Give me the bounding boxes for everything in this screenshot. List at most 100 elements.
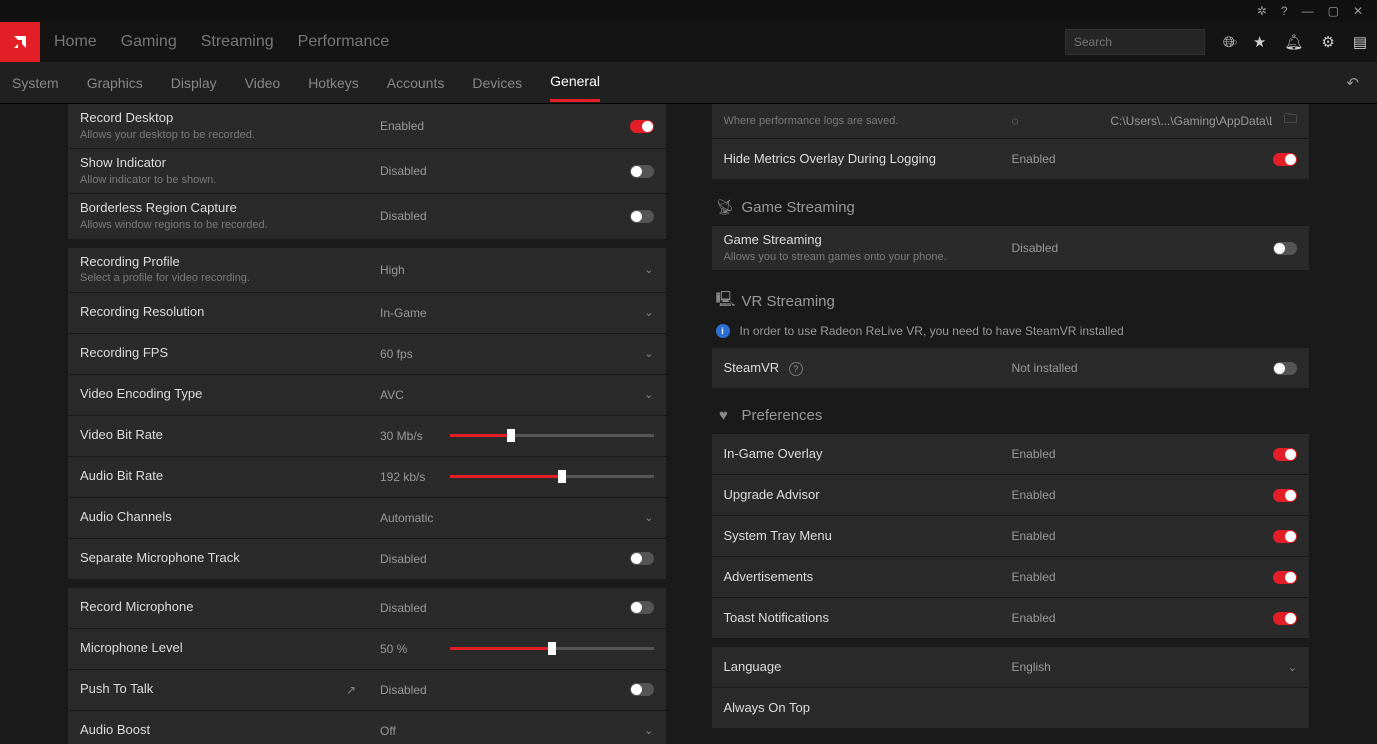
mic-slider-1[interactable] bbox=[450, 647, 654, 650]
rec-basic-sub-2: Allows window regions to be recorded. bbox=[80, 218, 356, 232]
rec-profile-row-1[interactable]: Recording ResolutionIn-Game⌄ bbox=[68, 293, 666, 334]
chevron-down-icon: ⌄ bbox=[644, 724, 653, 737]
chevron-down-icon: ⌄ bbox=[644, 388, 653, 401]
vr-info-text: In order to use Radeon ReLive VR, you ne… bbox=[740, 324, 1124, 338]
game-streaming-label: Game Streaming bbox=[724, 232, 988, 249]
pref-toggle-0[interactable] bbox=[1273, 448, 1297, 461]
share-icon[interactable]: ↗ bbox=[346, 683, 356, 697]
pref-row-4: Toast NotificationsEnabled bbox=[712, 598, 1310, 639]
star-icon[interactable]: ★ bbox=[1253, 33, 1266, 51]
recording-basic-block: Record DesktopAllows your desktop to be … bbox=[68, 104, 666, 240]
rec-profile-label-2: Recording FPS bbox=[80, 345, 356, 362]
rec-profile-label-6: Audio Channels bbox=[80, 509, 356, 526]
close-icon[interactable]: ✕ bbox=[1353, 4, 1363, 18]
bell-icon[interactable]: 🔔︎ bbox=[1284, 33, 1303, 51]
rec-basic-value-1: Disabled bbox=[368, 158, 618, 184]
hide-metrics-row: Hide Metrics Overlay During Logging Enab… bbox=[712, 139, 1310, 180]
rec-profile-row-2[interactable]: Recording FPS60 fps⌄ bbox=[68, 334, 666, 375]
game-streaming-section: 📡︎ Game Streaming bbox=[716, 198, 1310, 216]
preferences-block-2: Language English ⌄ Always On Top bbox=[712, 647, 1310, 729]
game-streaming-row: Game Streaming Allows you to stream game… bbox=[712, 226, 1310, 271]
rec-basic-sub-0: Allows your desktop to be recorded. bbox=[80, 128, 356, 142]
panel-icon[interactable]: ▤ bbox=[1353, 33, 1367, 51]
always-on-top-label: Always On Top bbox=[724, 700, 988, 717]
pref-toggle-1[interactable] bbox=[1273, 489, 1297, 502]
steamvr-toggle[interactable] bbox=[1273, 362, 1297, 375]
help-icon[interactable]: ? bbox=[789, 362, 803, 376]
settings-icon[interactable]: ⚙ bbox=[1321, 33, 1334, 51]
game-streaming-toggle[interactable] bbox=[1273, 242, 1297, 255]
stream-icon: 📡︎ bbox=[716, 198, 732, 216]
maximize-icon[interactable]: ▢ bbox=[1328, 4, 1339, 18]
revert-icon[interactable]: ↶ bbox=[1346, 74, 1359, 92]
pref-row-2: System Tray Menu Enabled bbox=[712, 516, 1310, 557]
nav-performance[interactable]: Performance bbox=[298, 33, 390, 51]
rec-profile-row-3[interactable]: Video Encoding TypeAVC⌄ bbox=[68, 375, 666, 416]
nav-streaming[interactable]: Streaming bbox=[201, 33, 274, 51]
rec-basic-toggle-0[interactable] bbox=[630, 120, 654, 133]
pref-row-1: Upgrade AdvisorEnabled bbox=[712, 475, 1310, 516]
bug-icon[interactable]: ✲ bbox=[1257, 4, 1267, 18]
mic-row-2: Push To Talk ↗Disabled bbox=[68, 670, 666, 711]
rec-basic-value-0: Enabled bbox=[368, 113, 618, 139]
pref-label-2: System Tray Menu bbox=[724, 528, 988, 545]
language-row[interactable]: Language English ⌄ bbox=[712, 647, 1310, 688]
rec-profile-row-4: Video Bit Rate30 Mb/s bbox=[68, 416, 666, 457]
mic-row-3[interactable]: Audio BoostOff⌄ bbox=[68, 711, 666, 744]
nav-gaming[interactable]: Gaming bbox=[121, 33, 177, 51]
always-on-top-row[interactable]: Always On Top bbox=[712, 688, 1310, 729]
amd-logo[interactable] bbox=[0, 22, 40, 62]
pref-toggle-4[interactable] bbox=[1273, 612, 1297, 625]
chevron-down-icon: ⌄ bbox=[644, 347, 653, 360]
tab-accounts[interactable]: Accounts bbox=[387, 65, 445, 101]
main-nav: Home Gaming Streaming Performance bbox=[54, 33, 389, 51]
mic-label-3: Audio Boost bbox=[80, 722, 356, 739]
header-icons: 🌐︎ ★ 🔔︎ ⚙ ▤ bbox=[1223, 33, 1367, 51]
mic-toggle-0[interactable] bbox=[630, 601, 654, 614]
rec-basic-toggle-1[interactable] bbox=[630, 165, 654, 178]
rec-profile-slider-5[interactable] bbox=[450, 475, 654, 478]
rec-profile-slider-4[interactable] bbox=[450, 434, 654, 437]
tab-devices[interactable]: Devices bbox=[472, 65, 522, 101]
help-icon[interactable]: ? bbox=[1281, 4, 1288, 18]
pref-toggle-3[interactable] bbox=[1273, 571, 1297, 584]
pref-value-2: Enabled bbox=[1000, 523, 1262, 549]
mic-toggle-2[interactable] bbox=[630, 683, 654, 696]
rec-profile-label-5: Audio Bit Rate bbox=[80, 468, 356, 485]
tab-graphics[interactable]: Graphics bbox=[87, 65, 143, 101]
nav-home[interactable]: Home bbox=[54, 33, 97, 51]
globe-icon[interactable]: 🌐︎ bbox=[1223, 34, 1235, 51]
content: Record DesktopAllows your desktop to be … bbox=[0, 104, 1377, 744]
steamvr-value: Not installed bbox=[1000, 355, 1262, 381]
pref-row-0: In-Game OverlayEnabled bbox=[712, 434, 1310, 475]
pref-toggle-2[interactable] bbox=[1273, 530, 1297, 543]
mic-row-1: Microphone Level50 % bbox=[68, 629, 666, 670]
rec-basic-toggle-2[interactable] bbox=[630, 210, 654, 223]
pref-label-4: Toast Notifications bbox=[724, 610, 988, 627]
search-input[interactable] bbox=[1072, 34, 1231, 50]
hide-metrics-value: Enabled bbox=[1000, 146, 1262, 172]
rec-profile-row-6[interactable]: Audio ChannelsAutomatic⌄ bbox=[68, 498, 666, 539]
mic-value-1: 50 % bbox=[368, 636, 438, 662]
mic-row-0: Record MicrophoneDisabled bbox=[68, 588, 666, 629]
chevron-down-icon: ⌄ bbox=[1288, 661, 1297, 674]
tab-hotkeys[interactable]: Hotkeys bbox=[308, 65, 359, 101]
minimize-icon[interactable]: — bbox=[1302, 4, 1314, 18]
tab-display[interactable]: Display bbox=[171, 65, 217, 101]
tab-system[interactable]: System bbox=[12, 65, 59, 101]
rec-profile-value-4: 30 Mb/s bbox=[368, 423, 438, 449]
language-label: Language bbox=[724, 659, 988, 676]
hide-metrics-toggle[interactable] bbox=[1273, 153, 1297, 166]
mic-value-0: Disabled bbox=[368, 595, 618, 621]
tab-general[interactable]: General bbox=[550, 63, 600, 102]
rec-profile-toggle-7[interactable] bbox=[630, 552, 654, 565]
search-box[interactable]: ⌕ bbox=[1065, 29, 1205, 55]
rec-profile-row-0[interactable]: Recording ProfileSelect a profile for vi… bbox=[68, 248, 666, 293]
game-streaming-sub: Allows you to stream games onto your pho… bbox=[724, 250, 988, 264]
tab-video[interactable]: Video bbox=[245, 65, 281, 101]
rec-profile-row-7: Separate Microphone TrackDisabled bbox=[68, 539, 666, 580]
steamvr-label: SteamVR bbox=[724, 360, 780, 375]
log-path-value: C:\Users\...\Gaming\AppData\Local\AMD\CN bbox=[1098, 108, 1272, 134]
rec-basic-sub-1: Allow indicator to be shown. bbox=[80, 173, 356, 187]
folder-icon[interactable]: 🗀 bbox=[1284, 110, 1297, 132]
